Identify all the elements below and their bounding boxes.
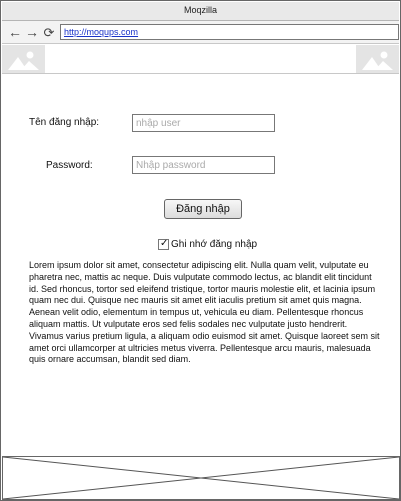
title-bar: Moqzilla xyxy=(2,2,399,21)
password-field[interactable] xyxy=(132,156,275,174)
address-bar[interactable]: http://moqups.com xyxy=(60,24,399,40)
image-placeholder-icon xyxy=(2,45,45,73)
arrow-left-icon[interactable]: ← xyxy=(8,24,22,40)
window-title: Moqzilla xyxy=(183,5,217,15)
image-placeholder-icon xyxy=(356,45,399,73)
remember-label: Ghi nhớ đăng nhập xyxy=(171,238,258,250)
reload-icon[interactable]: ⟳ xyxy=(42,24,56,40)
arrow-right-icon[interactable]: → xyxy=(25,24,39,40)
browser-toolbar: ← → ⟳ http://moqups.com xyxy=(2,21,399,44)
username-label: Tên đăng nhập: xyxy=(29,117,100,128)
remember-me[interactable]: ✓ Ghi nhớ đăng nhập xyxy=(158,238,257,250)
login-button[interactable]: Đăng nhập xyxy=(164,199,242,219)
password-label: Password: xyxy=(46,160,93,171)
remember-checkbox[interactable]: ✓ xyxy=(158,237,169,250)
checkmark-icon: ✓ xyxy=(160,237,169,249)
url-link[interactable]: http://moqups.com xyxy=(64,27,138,37)
body-paragraph: Lorem ipsum dolor sit amet, consectetur … xyxy=(29,260,380,365)
page-header xyxy=(2,45,399,74)
footer-image-placeholder xyxy=(2,456,400,500)
username-field[interactable] xyxy=(132,114,275,132)
browser-window: Moqzilla ← → ⟳ http://moqups.com Tên đăn… xyxy=(0,0,401,501)
